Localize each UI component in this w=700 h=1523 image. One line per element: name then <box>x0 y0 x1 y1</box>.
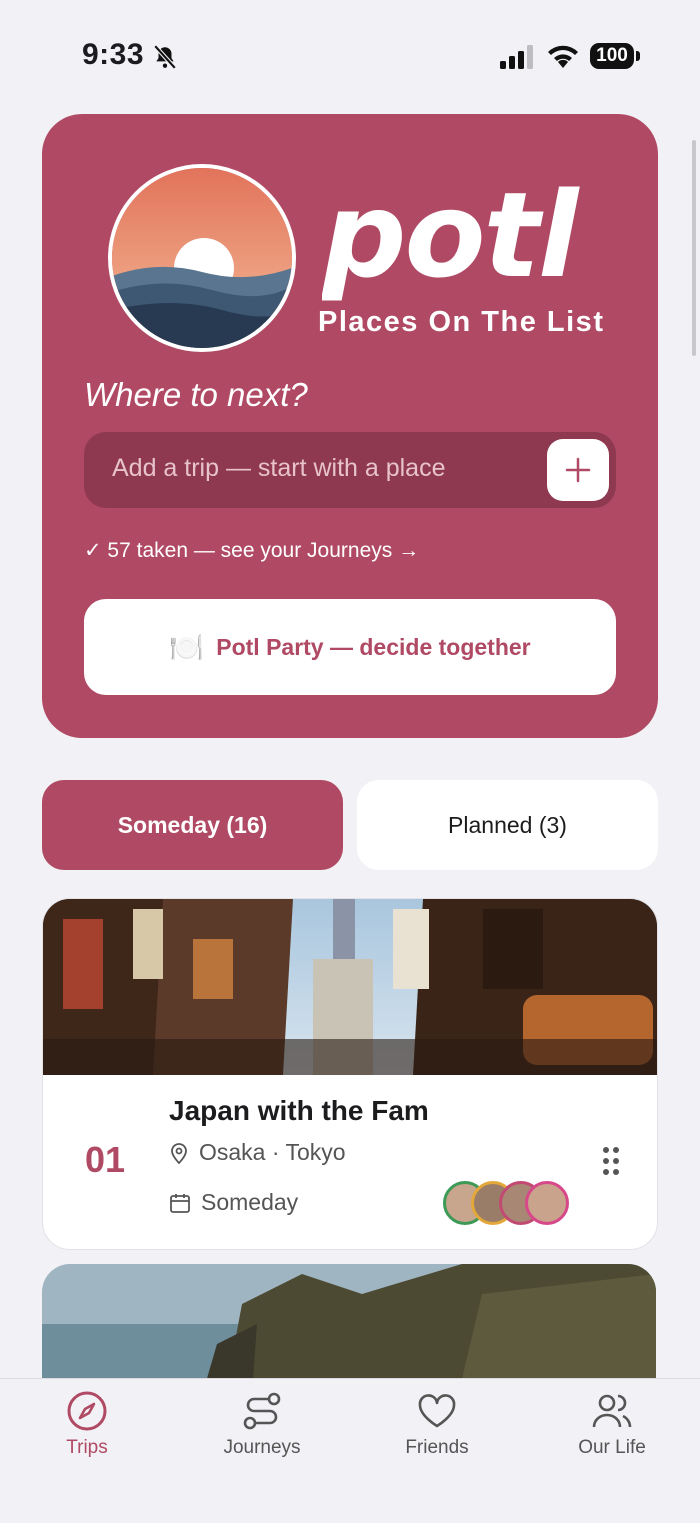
nav-journeys[interactable]: Journeys <box>192 1389 332 1459</box>
drag-handle-icon[interactable] <box>601 1145 621 1177</box>
trip-members[interactable] <box>443 1181 573 1225</box>
avatar <box>525 1181 569 1225</box>
nav-label: Our Life <box>578 1437 646 1458</box>
trip-date: Someday <box>169 1189 298 1216</box>
wifi-icon <box>548 45 578 68</box>
add-trip-placeholder: Add a trip — start with a place <box>112 454 446 482</box>
plus-icon <box>565 457 591 483</box>
location-pin-icon <box>171 1142 187 1164</box>
route-icon <box>243 1392 281 1430</box>
compass-icon <box>67 1391 107 1431</box>
heart-icon <box>418 1394 456 1428</box>
prompt-heading: Where to next? <box>84 376 308 413</box>
trip-card[interactable]: 01 Japan with the Fam Osaka · Tokyo Some… <box>42 898 658 1250</box>
calendar-icon <box>170 1193 190 1213</box>
nav-label: Friends <box>405 1437 469 1458</box>
wordmark-text: potl <box>322 166 580 304</box>
nav-trips[interactable]: Trips <box>17 1389 157 1459</box>
trip-date-text: Someday <box>201 1189 299 1215</box>
potl-party-button[interactable]: 🍽️ Potl Party — decide together <box>84 599 616 695</box>
cellular-signal-icon <box>500 45 533 69</box>
potl-party-label: Potl Party — decide together <box>216 633 531 660</box>
status-time: 9:33 <box>82 38 145 71</box>
users-icon <box>592 1394 632 1428</box>
journeys-link[interactable]: ✓ 57 taken — see your Journeys → <box>84 538 419 563</box>
trip-title: Japan with the Fam <box>169 1095 429 1126</box>
trip-number: 01 <box>85 1139 126 1180</box>
battery-tip <box>636 51 640 61</box>
plate-icon: 🍽️ <box>169 631 205 663</box>
tab-someday[interactable]: Someday (16) <box>42 780 343 870</box>
tab-planned[interactable]: Planned (3) <box>357 780 658 870</box>
nav-friends[interactable]: Friends <box>367 1389 507 1459</box>
nav-our-life[interactable]: Our Life <box>542 1389 682 1459</box>
scrollbar[interactable] <box>692 140 696 356</box>
tagline: Places On The List <box>318 306 605 338</box>
add-trip-button[interactable] <box>547 439 609 501</box>
app-logo <box>108 164 296 352</box>
bottom-tab-bar: Trips Journeys Friends Our Life <box>0 1378 700 1523</box>
trip-places: Osaka · Tokyo <box>169 1139 346 1166</box>
trip-cover-image <box>43 899 657 1075</box>
trip-places-text: Osaka · Tokyo <box>199 1139 346 1165</box>
add-trip-input[interactable]: Add a trip — start with a place <box>84 432 616 508</box>
hero-card: potl Places On The List Where to next? A… <box>42 114 658 738</box>
battery-indicator: 100 <box>590 43 634 69</box>
bell-muted-icon <box>153 44 177 70</box>
nav-label: Journeys <box>223 1437 301 1458</box>
nav-label: Trips <box>66 1437 108 1458</box>
status-bar: 9:33 100 <box>0 0 700 110</box>
brand-wordmark: potl <box>320 166 612 311</box>
